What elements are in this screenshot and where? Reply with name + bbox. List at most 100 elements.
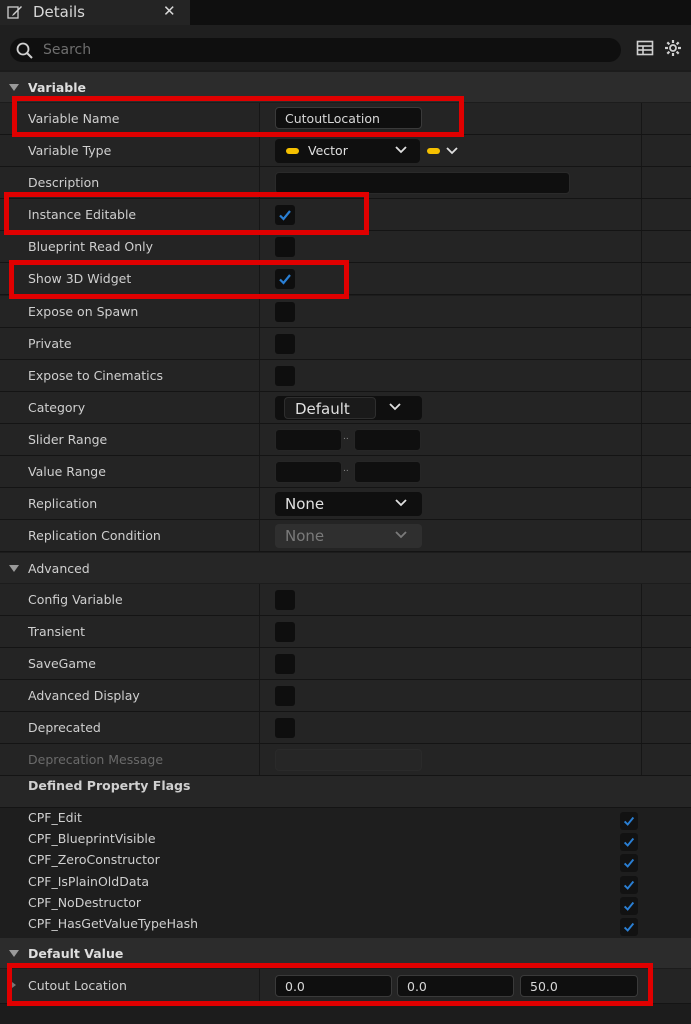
category-advanced[interactable]: Advanced <box>0 553 691 583</box>
property-label: Value Range <box>28 464 106 479</box>
defined-flags-header: Defined Property Flags <box>0 776 691 808</box>
tab-bar: Details ✕ <box>0 0 691 25</box>
property-label: Replication <box>28 496 98 511</box>
blueprint-read-only-checkbox[interactable] <box>275 237 295 257</box>
savegame-checkbox[interactable] <box>275 654 295 674</box>
private-checkbox[interactable] <box>275 334 295 354</box>
property-label: Advanced Display <box>28 688 140 703</box>
transient-checkbox[interactable] <box>275 622 295 642</box>
row-instance-editable: Instance Editable <box>0 199 691 231</box>
x-value: 0.0 <box>285 979 305 994</box>
close-tab-icon[interactable]: ✕ <box>163 2 176 20</box>
table-view-icon[interactable] <box>636 39 654 57</box>
property-label: Config Variable <box>28 592 123 607</box>
checkmark-icon <box>623 880 635 890</box>
cutout-location-y-input[interactable]: 0.0 <box>397 975 514 997</box>
row-replication-condition: Replication Condition None <box>0 520 691 552</box>
collapse-arrow-icon[interactable] <box>9 950 19 957</box>
collapse-arrow-icon[interactable] <box>9 565 19 572</box>
replication-value: None <box>285 495 325 513</box>
flag-checkbox <box>620 918 638 936</box>
category-input[interactable]: Default <box>284 397 376 419</box>
slider-range-max-input[interactable] <box>354 429 421 451</box>
category-default-value[interactable]: Default Value <box>0 938 691 968</box>
advanced-display-checkbox[interactable] <box>275 686 295 706</box>
show-3d-widget-checkbox[interactable] <box>275 269 295 289</box>
expose-to-cinematics-checkbox[interactable] <box>275 366 295 386</box>
variable-name-value: CutoutLocation <box>285 111 380 126</box>
flag-item: CPF_HasGetValueTypeHash <box>28 916 199 931</box>
row-expose-on-spawn: Expose on Spawn <box>0 296 691 328</box>
category-value: Default <box>295 400 350 418</box>
expose-on-spawn-checkbox[interactable] <box>275 302 295 322</box>
row-advanced-display: Advanced Display <box>0 680 691 712</box>
flag-checkbox <box>620 812 638 830</box>
row-show-3d-widget: Show 3D Widget <box>0 263 691 295</box>
deprecated-checkbox[interactable] <box>275 718 295 738</box>
chevron-down-icon <box>395 531 407 539</box>
row-replication: Replication None <box>0 488 691 520</box>
flag-checkbox <box>620 833 638 851</box>
cutout-location-x-input[interactable]: 0.0 <box>275 975 392 997</box>
property-label: Private <box>28 336 72 351</box>
flag-checkbox <box>620 897 638 915</box>
checkmark-icon <box>623 858 635 868</box>
flag-item: CPF_ZeroConstructor <box>28 852 160 867</box>
variable-name-input[interactable]: CutoutLocation <box>275 107 422 129</box>
category-title: Advanced <box>28 561 90 576</box>
description-input[interactable] <box>275 172 570 194</box>
details-toolbar <box>0 25 691 70</box>
property-label: Deprecated <box>28 720 101 735</box>
row-expose-to-cinematics: Expose to Cinematics <box>0 360 691 392</box>
row-description: Description <box>0 167 691 199</box>
value-range-min-input[interactable] <box>275 461 342 483</box>
property-label: Category <box>28 400 86 415</box>
flag-checkbox <box>620 854 638 872</box>
settings-gear-icon[interactable] <box>664 39 682 57</box>
row-blueprint-read-only: Blueprint Read Only <box>0 231 691 263</box>
value-range-max-input[interactable] <box>354 461 421 483</box>
checkmark-icon <box>623 901 635 911</box>
slider-range-min-input[interactable] <box>275 429 342 451</box>
property-label: SaveGame <box>28 656 96 671</box>
config-variable-checkbox[interactable] <box>275 590 295 610</box>
chevron-down-icon <box>395 146 407 154</box>
property-label: Expose on Spawn <box>28 304 139 319</box>
chevron-down-icon <box>389 403 401 411</box>
replication-condition-dropdown: None <box>275 524 422 548</box>
details-pencil-icon <box>7 6 22 19</box>
chevron-down-icon[interactable] <box>446 147 458 155</box>
checkmark-icon <box>279 274 291 285</box>
container-type-pin-icon[interactable] <box>427 148 440 154</box>
row-deprecation-message: Deprecation Message <box>0 744 691 776</box>
details-tab[interactable]: Details ✕ <box>0 0 190 25</box>
defined-flags-list: CPF_Edit CPF_BlueprintVisible CPF_ZeroCo… <box>0 808 691 938</box>
collapse-arrow-icon[interactable] <box>9 84 19 91</box>
range-separator: .. <box>343 464 349 474</box>
cutout-location-z-input[interactable]: 50.0 <box>520 975 638 997</box>
search-box[interactable] <box>10 38 621 62</box>
category-title: Default Value <box>28 946 124 961</box>
variable-type-dropdown[interactable]: Vector <box>275 139 420 163</box>
y-value: 0.0 <box>407 979 427 994</box>
flag-item: CPF_BlueprintVisible <box>28 831 156 846</box>
property-label: Cutout Location <box>28 978 127 993</box>
property-label: Variable Type <box>28 143 112 158</box>
expand-arrow-icon[interactable] <box>12 982 16 988</box>
instance-editable-checkbox[interactable] <box>275 205 295 225</box>
category-variable[interactable]: Variable <box>0 72 691 102</box>
flag-item: CPF_NoDestructor <box>28 895 142 910</box>
property-label: Expose to Cinematics <box>28 368 163 383</box>
row-variable-type: Variable Type Vector <box>0 135 691 167</box>
checkmark-icon <box>279 210 291 221</box>
flag-checkbox <box>620 876 638 894</box>
checkmark-icon <box>623 922 635 932</box>
replication-dropdown[interactable]: None <box>275 492 422 516</box>
search-input[interactable] <box>43 40 603 60</box>
property-label: Transient <box>28 624 86 639</box>
variable-type-value: Vector <box>308 143 348 158</box>
category-dropdown[interactable]: Default <box>275 396 422 420</box>
range-separator: .. <box>343 432 349 442</box>
property-label: Blueprint Read Only <box>28 239 154 254</box>
flag-item: CPF_Edit <box>28 810 82 825</box>
